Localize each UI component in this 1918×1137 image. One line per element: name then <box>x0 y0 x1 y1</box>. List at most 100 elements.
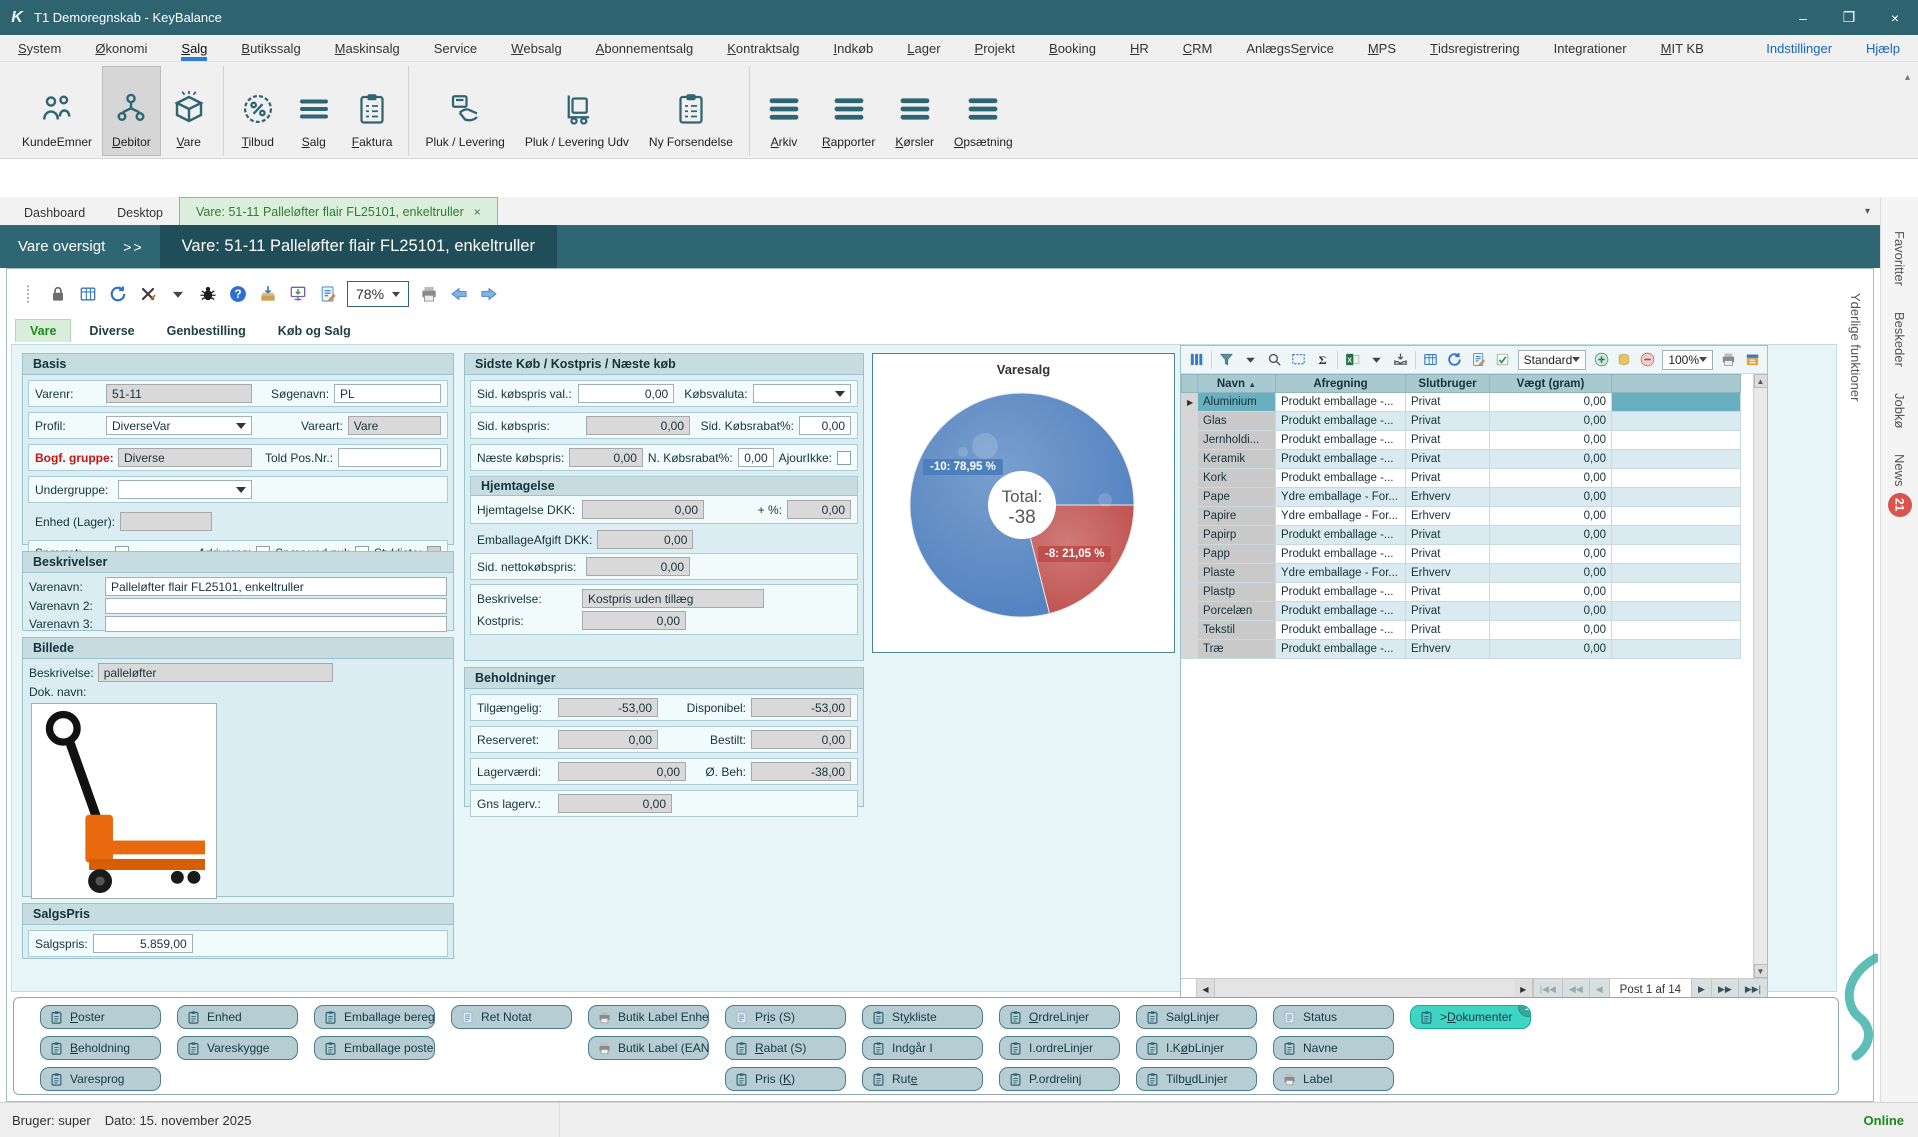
cell-afregning[interactable]: Produkt emballage -... <box>1276 393 1406 412</box>
function-button[interactable]: Navne <box>1273 1036 1394 1060</box>
record-tab[interactable]: Diverse <box>75 320 148 342</box>
cell-navn[interactable]: Papirp <box>1198 526 1276 545</box>
function-button[interactable]: TilbudLinjer <box>1136 1067 1257 1091</box>
grid-toolbar-icon[interactable] <box>1615 351 1633 369</box>
cell-slutbruger[interactable]: Privat <box>1406 412 1490 431</box>
maximize-button[interactable]: ❐ <box>1826 0 1872 35</box>
ribbon-button[interactable]: Kørsler <box>885 66 944 156</box>
tab-close-icon[interactable]: × <box>474 205 481 219</box>
grid-toolbar-icon[interactable] <box>1265 351 1283 369</box>
side-strip-item[interactable]: Jobkø <box>1892 393 1907 428</box>
record-tab[interactable]: Genbestilling <box>153 320 260 342</box>
grid-toolbar-icon[interactable] <box>1187 351 1205 369</box>
billede-beskrivelse-field[interactable]: palleløfter <box>98 663 333 682</box>
hjemtagelse-field[interactable]: 0,00 <box>582 500 704 519</box>
disponibel-field[interactable]: -53,00 <box>751 698 851 717</box>
function-button[interactable]: Label <box>1273 1067 1394 1091</box>
document-tab[interactable]: Dashboard <box>8 201 101 225</box>
sid-kobsrabat-field[interactable]: 0,00 <box>799 416 851 435</box>
menu-item[interactable]: Indkøb <box>834 35 874 61</box>
naeste-kobspris-field[interactable]: 0,00 <box>569 448 643 467</box>
profil-select[interactable]: DiverseVar <box>106 416 252 435</box>
ribbon-button[interactable]: Tilbud <box>230 66 286 156</box>
cell-afregning[interactable]: Produkt emballage -... <box>1276 621 1406 640</box>
cell-navn[interactable]: Keramik <box>1198 450 1276 469</box>
function-button[interactable]: Status <box>1273 1005 1394 1029</box>
grid-toolbar-icon[interactable] <box>1470 351 1488 369</box>
cell-vaegt[interactable]: 0,00 <box>1490 450 1612 469</box>
ribbon-button[interactable]: Ny Forsendelse <box>639 66 743 156</box>
cell-vaegt[interactable]: 0,00 <box>1490 621 1612 640</box>
table-row[interactable]: Keramik Produkt emballage -... Privat 0,… <box>1182 450 1741 469</box>
cell-navn[interactable]: Porcelæn <box>1198 602 1276 621</box>
pie-chart[interactable]: Total:-38 <box>901 384 1143 626</box>
document-tab[interactable]: Vare: 51-11 Palleløfter flair FL25101, e… <box>179 197 498 225</box>
emballageafgift-field[interactable]: 0,00 <box>597 530 693 549</box>
bestilt-field[interactable]: 0,00 <box>751 730 851 749</box>
toolbar-icon[interactable] <box>77 284 98 305</box>
cell-afregning[interactable]: Produkt emballage -... <box>1276 450 1406 469</box>
table-row[interactable]: Papire Ydre emballage - For... Erhverv 0… <box>1182 507 1741 526</box>
toolbar-icon[interactable] <box>197 284 218 305</box>
ribbon-button[interactable]: Opsætning <box>944 66 1023 156</box>
varenr-field[interactable]: 51-11 <box>106 384 252 403</box>
toolbar-icon[interactable] <box>448 284 469 305</box>
function-button[interactable]: Emballage poste <box>314 1036 435 1060</box>
table-row[interactable]: Kork Produkt emballage -... Privat 0,00 <box>1182 469 1741 488</box>
cell-afregning[interactable]: Produkt emballage -... <box>1276 431 1406 450</box>
menu-item[interactable]: AnlægsService <box>1246 35 1333 61</box>
cell-navn[interactable]: Plastp <box>1198 583 1276 602</box>
menu-item[interactable]: Indstillinger <box>1766 35 1832 61</box>
ribbon-button[interactable]: Rapporter <box>812 66 885 156</box>
function-button[interactable]: Indgår I <box>862 1036 983 1060</box>
menu-item[interactable]: MPS <box>1368 35 1396 61</box>
function-button[interactable]: Pris (K) <box>725 1067 846 1091</box>
cell-slutbruger[interactable]: Privat <box>1406 602 1490 621</box>
table-row[interactable]: Papp Produkt emballage -... Privat 0,00 <box>1182 545 1741 564</box>
function-button[interactable]: Beholdning <box>40 1036 161 1060</box>
function-button[interactable]: Pris (S) <box>725 1005 846 1029</box>
cell-slutbruger[interactable]: Erhverv <box>1406 507 1490 526</box>
menu-item[interactable]: Websalg <box>511 35 562 61</box>
menu-item[interactable]: Lager <box>907 35 940 61</box>
cell-slutbruger[interactable]: Privat <box>1406 431 1490 450</box>
cell-vaegt[interactable]: 0,00 <box>1490 393 1612 412</box>
zoom-select[interactable]: 78% <box>347 281 409 307</box>
function-button[interactable]: I.KøbLinjer <box>1136 1036 1257 1060</box>
function-button[interactable]: OrdreLinjer <box>999 1005 1120 1029</box>
ribbon-button[interactable]: Debitor <box>102 66 161 156</box>
toolbar-icon[interactable]: ? <box>227 284 248 305</box>
document-tab[interactable]: Desktop <box>101 201 179 225</box>
toolbar-icon[interactable] <box>47 284 68 305</box>
table-row[interactable]: Plastp Produkt emballage -... Privat 0,0… <box>1182 583 1741 602</box>
scroll-down-icon[interactable]: ▼ <box>1754 964 1768 978</box>
cell-navn[interactable]: Glas <box>1198 412 1276 431</box>
layout-select[interactable]: Standard <box>1518 350 1587 370</box>
varenavn2-field[interactable] <box>105 598 447 614</box>
function-button[interactable]: Rabat (S) <box>725 1036 846 1060</box>
grid-toolbar-icon[interactable] <box>1391 351 1409 369</box>
salgspris-field[interactable]: 5.859,00 <box>93 934 193 953</box>
toolbar-icon[interactable] <box>478 284 499 305</box>
grid-toolbar-icon[interactable]: X <box>1343 351 1361 369</box>
table-row[interactable]: Træ Produkt emballage -... Erhverv 0,00 <box>1182 640 1741 659</box>
cell-vaegt[interactable]: 0,00 <box>1490 640 1612 659</box>
toolbar-icon[interactable] <box>107 284 128 305</box>
table-row[interactable]: Jernholdi... Produkt emballage -... Priv… <box>1182 431 1741 450</box>
ribbon-button[interactable]: Pluk / Levering Udv <box>515 66 639 156</box>
cell-afregning[interactable]: Produkt emballage -... <box>1276 640 1406 659</box>
side-strip-item[interactable]: News 21 <box>1888 454 1912 517</box>
menu-item[interactable]: Kontraktsalg <box>727 35 799 61</box>
menu-item[interactable]: Booking <box>1049 35 1096 61</box>
cell-afregning[interactable]: Produkt emballage -... <box>1276 545 1406 564</box>
function-button[interactable]: Stykliste <box>862 1005 983 1029</box>
menu-item[interactable]: Tidsregistrering <box>1430 35 1520 61</box>
function-button[interactable]: Poster <box>40 1005 161 1029</box>
breadcrumb-parent[interactable]: Vare oversigt <box>0 225 123 268</box>
varenavn-field[interactable]: Palleløfter flair FL25101, enkeltruller <box>105 577 447 596</box>
col-header-afregning[interactable]: Afregning <box>1276 375 1406 393</box>
cell-vaegt[interactable]: 0,00 <box>1490 488 1612 507</box>
close-button[interactable]: × <box>1872 0 1918 35</box>
menu-item[interactable]: Integrationer <box>1554 35 1627 61</box>
sogenavn-field[interactable]: PL <box>334 384 441 403</box>
